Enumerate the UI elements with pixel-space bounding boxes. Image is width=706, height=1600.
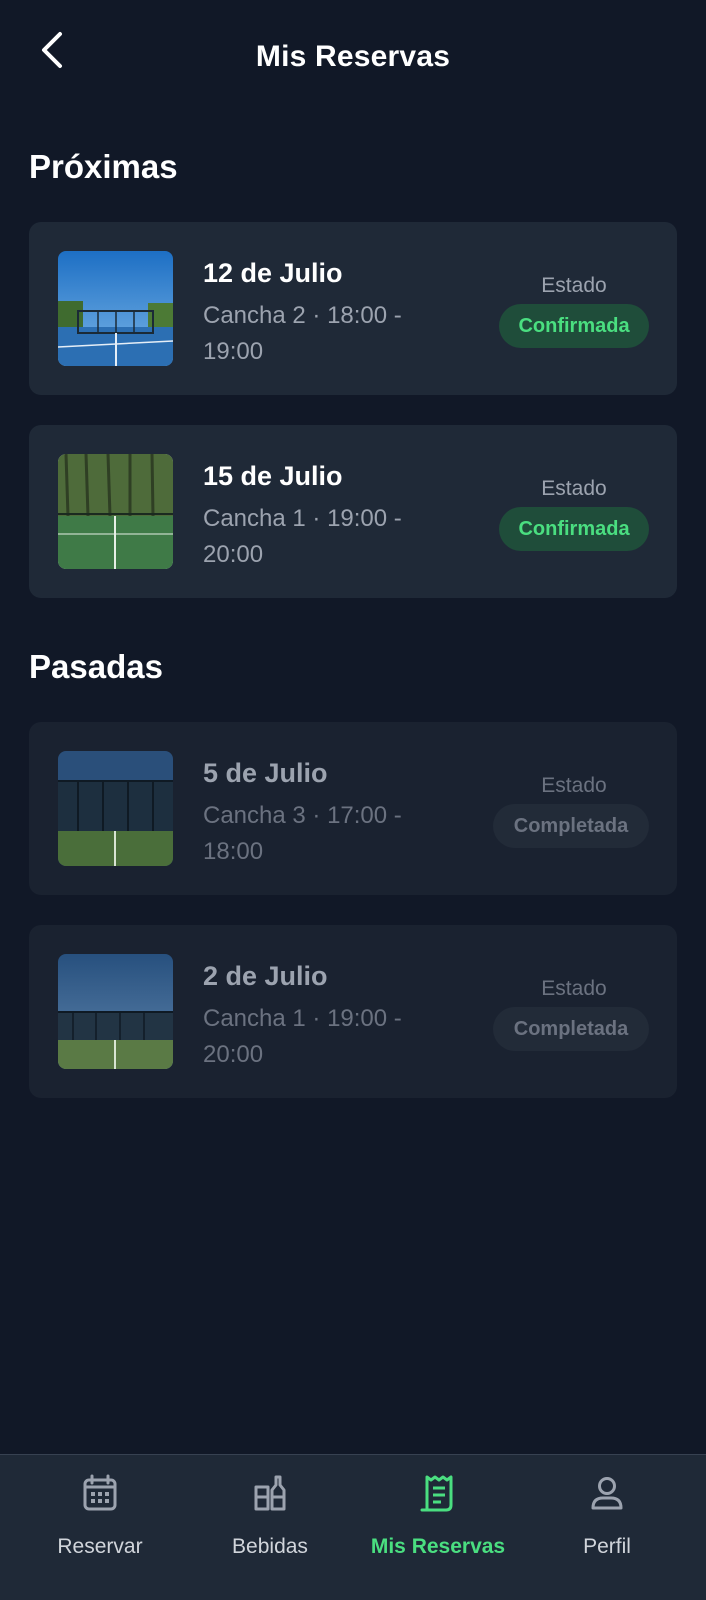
nav-item-perfil[interactable]: Perfil [519, 1455, 695, 1600]
nav-label: Mis Reservas [370, 1535, 506, 1558]
reservation-detail: Cancha 3 · 17:00 - 18:00 [203, 802, 402, 865]
nav-label: Bebidas [232, 1535, 308, 1558]
status-badge: Confirmada [499, 304, 649, 348]
reservation-detail: Cancha 1 · 19:00 - 20:00 [203, 505, 402, 568]
drinks-icon [254, 1475, 286, 1511]
nav-label: Reservar [57, 1535, 143, 1558]
top-bar: Mis Reservas [0, 0, 706, 116]
nav-item-bebidas[interactable]: Bebidas [182, 1455, 358, 1600]
nav-item-reservar[interactable]: Reservar [12, 1455, 188, 1600]
reservation-date: 2 de Julio [203, 961, 328, 991]
reservation-detail: Cancha 1 · 19:00 - 20:00 [203, 1005, 402, 1068]
calendar-icon [83, 1474, 117, 1511]
status-label: Estado [541, 477, 607, 500]
reservation-date: 12 de Julio [203, 258, 343, 288]
section-title-past: Pasadas [29, 648, 163, 685]
reservation-card[interactable]: 2 de Julio Cancha 1 · 19:00 - 20:00 Esta… [29, 925, 677, 1098]
receipt-icon [420, 1475, 453, 1512]
court-image [58, 454, 173, 569]
section-title-upcoming: Próximas [29, 148, 178, 185]
court-image [58, 954, 173, 1069]
reservation-date: 5 de Julio [203, 758, 328, 788]
nav-label: Perfil [583, 1535, 631, 1558]
status-label: Estado [541, 977, 607, 1000]
status-badge: Completada [493, 804, 649, 848]
reservation-card[interactable]: 15 de Julio Cancha 1 · 19:00 - 20:00 Est… [29, 425, 677, 598]
reservation-card[interactable]: 5 de Julio Cancha 3 · 17:00 - 18:00 Esta… [29, 722, 677, 895]
reservation-date: 15 de Julio [203, 461, 343, 491]
status-label: Estado [541, 274, 607, 297]
status-label: Estado [541, 774, 607, 797]
court-image [58, 251, 173, 366]
bottom-nav: Reservar Bebidas Mis Reservas Perfil [0, 1454, 706, 1600]
reservation-card[interactable]: 12 de Julio Cancha 2 · 18:00 - 19:00 Est… [29, 222, 677, 395]
status-badge: Confirmada [499, 507, 649, 551]
person-icon [591, 1477, 623, 1510]
page-title: Mis Reservas [255, 40, 451, 73]
status-badge: Completada [493, 1007, 649, 1051]
court-image [58, 751, 173, 866]
nav-item-mis-reservas[interactable]: Mis Reservas [350, 1455, 526, 1600]
reservation-detail: Cancha 2 · 18:00 - 19:00 [203, 302, 402, 365]
